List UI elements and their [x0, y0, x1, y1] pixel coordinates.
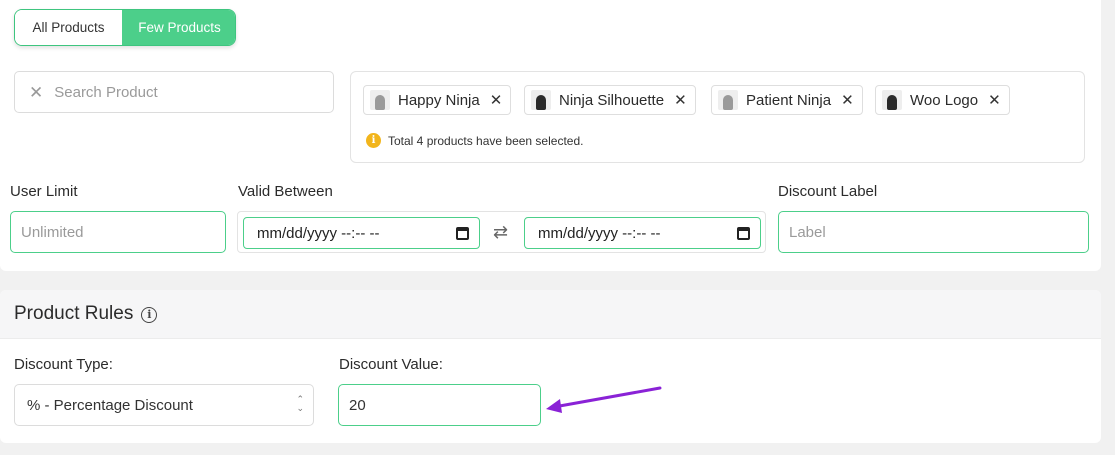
start-date-value: mm/dd/yyyy --:-- -- [257, 224, 380, 242]
discount-label-input[interactable] [778, 211, 1089, 253]
product-thumbnail [718, 90, 738, 110]
discount-type-label: Discount Type: [14, 356, 113, 373]
end-date-value: mm/dd/yyyy --:-- -- [538, 224, 661, 242]
product-chip: Patient Ninja ✕ [711, 85, 863, 115]
valid-between-label: Valid Between [238, 183, 333, 200]
info-icon: i [366, 133, 381, 148]
product-chip: Happy Ninja ✕ [363, 85, 512, 115]
selection-notice-text: Total 4 products have been selected. [388, 133, 584, 148]
remove-icon[interactable]: ✕ [490, 91, 503, 109]
user-limit-input[interactable] [10, 211, 226, 253]
few-products-option[interactable]: Few Products [122, 10, 235, 45]
swap-arrows-icon: ⇄ [493, 222, 509, 242]
product-chip-label: Patient Ninja [746, 91, 832, 109]
discount-type-value: % - Percentage Discount [27, 396, 193, 414]
remove-icon[interactable]: ✕ [841, 91, 854, 109]
product-rules-header: Product Rules i [0, 290, 1101, 339]
product-chip: Woo Logo ✕ [875, 85, 1010, 115]
discount-value-label: Discount Value: [339, 356, 443, 373]
remove-icon[interactable]: ✕ [674, 91, 687, 109]
product-chip-label: Happy Ninja [398, 91, 480, 109]
product-chip-label: Ninja Silhouette [559, 91, 665, 109]
calendar-icon[interactable] [737, 227, 750, 240]
product-thumbnail [531, 90, 551, 110]
select-chevron-icon: ⌃ ⌄ [296, 394, 304, 413]
end-date-input[interactable]: mm/dd/yyyy --:-- -- [524, 217, 761, 249]
discount-value-input[interactable] [338, 384, 541, 426]
remove-icon[interactable]: ✕ [988, 91, 1001, 109]
calendar-icon[interactable] [456, 227, 469, 240]
user-limit-label: User Limit [10, 183, 78, 200]
product-thumbnail [882, 90, 902, 110]
product-thumbnail [370, 90, 390, 110]
valid-between-range: mm/dd/yyyy --:-- -- ⇄ mm/dd/yyyy --:-- -… [237, 211, 766, 253]
product-scope-toggle: All Products Few Products [14, 9, 236, 46]
product-chip: Ninja Silhouette ✕ [524, 85, 696, 115]
start-date-input[interactable]: mm/dd/yyyy --:-- -- [243, 217, 480, 249]
annotation-arrow-icon [546, 386, 662, 413]
selection-notice: i Total 4 products have been selected. [366, 133, 583, 148]
search-product-input[interactable] [52, 82, 313, 102]
clear-icon[interactable]: ✕ [29, 84, 43, 101]
product-chip-label: Woo Logo [910, 91, 979, 109]
discount-label-label: Discount Label [778, 183, 878, 200]
discount-type-select[interactable]: % - Percentage Discount ⌃ ⌄ [14, 384, 314, 426]
product-rules-title: Product Rules [14, 303, 134, 324]
selected-products-box: Happy Ninja ✕ Ninja Silhouette ✕ Patient… [350, 71, 1085, 163]
info-icon[interactable]: i [141, 306, 158, 323]
all-products-option[interactable]: All Products [15, 10, 122, 45]
search-product-box: ✕ [14, 71, 334, 113]
